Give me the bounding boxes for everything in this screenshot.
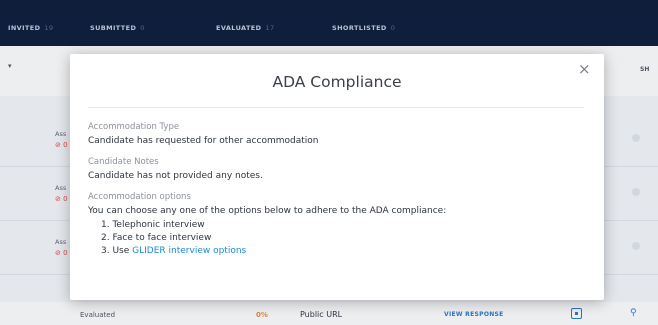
- list-item: 3. Use GLIDER interview options: [101, 245, 588, 258]
- ada-compliance-modal: ADA Compliance × Accommodation Type Cand…: [70, 54, 604, 300]
- accommodation-type-label: Accommodation Type: [88, 122, 180, 132]
- option-number: 2.: [101, 233, 110, 243]
- options-list: 1. Telephonic interview 2. Face to face …: [101, 219, 588, 258]
- close-icon[interactable]: ×: [578, 59, 591, 79]
- modal-content: Accommodation Type Candidate has request…: [88, 121, 588, 258]
- accommodation-type-value: Candidate has requested for other accomm…: [88, 136, 319, 146]
- option-text: Use: [112, 246, 133, 256]
- divider: [88, 107, 584, 108]
- list-item: 2. Face to face interview: [101, 232, 588, 245]
- modal-title: ADA Compliance: [272, 73, 402, 91]
- option-text: Telephonic interview: [112, 220, 205, 230]
- option-number: 3.: [101, 246, 110, 256]
- list-item: 1. Telephonic interview: [101, 219, 588, 232]
- glider-interview-options-link[interactable]: GLIDER interview options: [132, 246, 246, 256]
- candidate-notes-label: Candidate Notes: [88, 157, 159, 167]
- accommodation-options-intro: You can choose any one of the options be…: [88, 206, 447, 216]
- option-text: Face to face interview: [112, 233, 212, 243]
- option-number: 1.: [101, 220, 110, 230]
- candidate-notes-value: Candidate has not provided any notes.: [88, 171, 263, 181]
- accommodation-options-label: Accommodation options: [88, 192, 191, 202]
